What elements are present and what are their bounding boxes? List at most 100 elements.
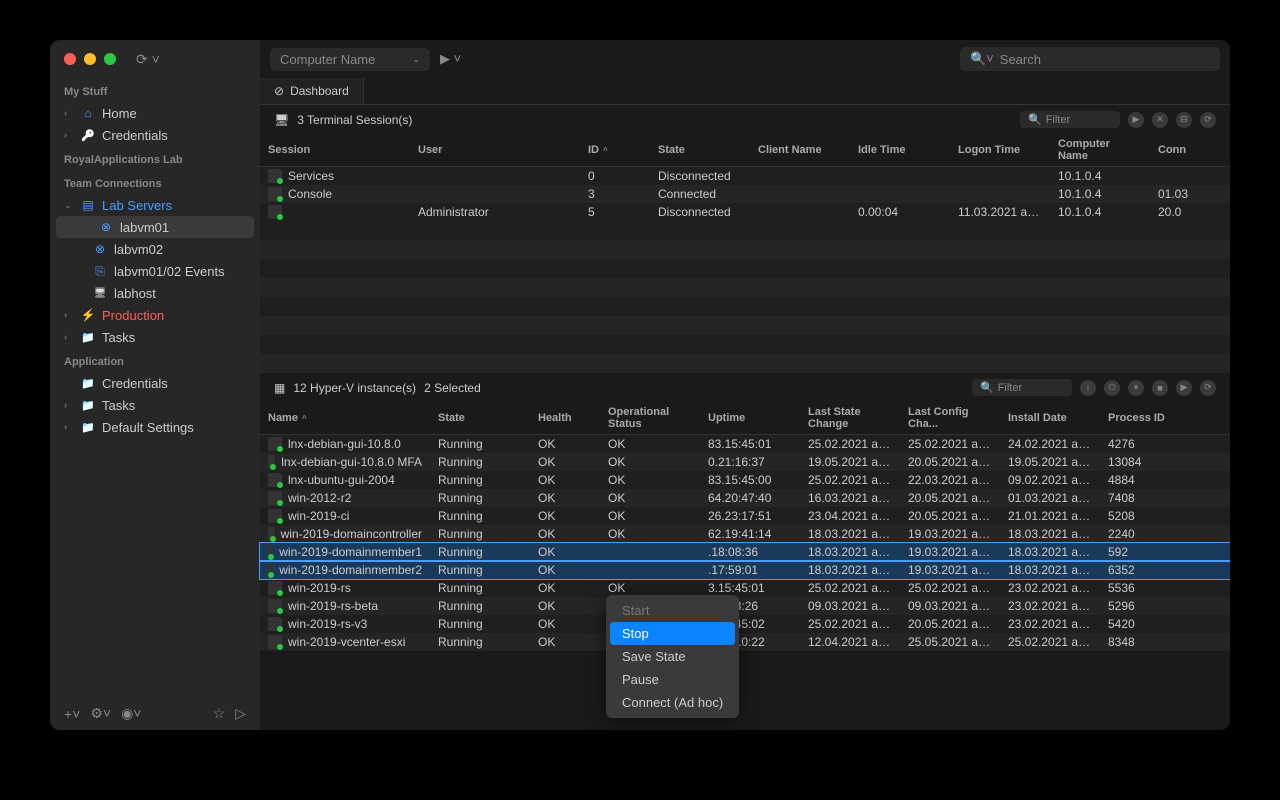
cell: OK	[530, 579, 600, 597]
hyperv-refresh[interactable]: ⟳	[1200, 380, 1216, 396]
context-menu-pause[interactable]: Pause	[610, 668, 735, 691]
run-button[interactable]: ▶ ˅	[440, 51, 461, 67]
chevron-icon: ›	[64, 400, 74, 410]
hyperv-row[interactable]: lnx-debian-gui-10.8.0 MFARunningOKOK0.21…	[260, 453, 1230, 471]
terminal-filter[interactable]: 🔍 Filter	[1020, 111, 1120, 128]
chevron-icon: ›	[64, 130, 74, 140]
star-icon[interactable]: ☆	[213, 705, 226, 722]
sidebar-item-home[interactable]: ›Home	[50, 102, 260, 124]
sidebar-item-tasks[interactable]: ›Tasks	[50, 394, 260, 416]
column-header[interactable]: Computer Name	[1050, 134, 1150, 166]
cell: 62.19:41:14	[700, 525, 800, 543]
search-field[interactable]: 🔍˅ Search	[960, 47, 1220, 71]
hyperv-row[interactable]: lnx-debian-gui-10.8.0RunningOKOK83.15:45…	[260, 435, 1230, 453]
hyperv-row[interactable]: win-2019-rsRunningOKOK3.15:45:0125.02.20…	[260, 579, 1230, 597]
minimize-window-button[interactable]	[84, 53, 96, 65]
cell: 19.03.2021 at 0...	[900, 525, 1000, 543]
column-header[interactable]: State	[430, 402, 530, 434]
hyperv-row[interactable]: win-2019-domainmember2RunningOK.17:59:01…	[260, 561, 1230, 579]
terminal-action-2[interactable]: ✕	[1152, 112, 1168, 128]
hyperv-row[interactable]: win-2019-domaincontrollerRunningOKOK62.1…	[260, 525, 1230, 543]
hyperv-row[interactable]: lnx-ubuntu-gui-2004RunningOKOK83.15:45:0…	[260, 471, 1230, 489]
cell: win-2019-rs-v3	[260, 615, 430, 633]
hyperv-info[interactable]: i	[1080, 380, 1096, 396]
cell	[600, 550, 700, 554]
hyperv-row[interactable]: win-2019-vcenter-esxiRunningOKOK7.16:10:…	[260, 633, 1230, 651]
column-header[interactable]: Conn	[1150, 134, 1200, 166]
hyperv-row[interactable]: win-2012-r2RunningOKOK64.20:47:4016.03.2…	[260, 489, 1230, 507]
column-header[interactable]: Install Date	[1000, 402, 1100, 434]
cell: 23.02.2021 at 1...	[1000, 579, 1100, 597]
column-header[interactable]: Logon Time	[950, 134, 1050, 166]
column-header[interactable]: User	[410, 134, 580, 166]
hyperv-row[interactable]: win-2019-ciRunningOKOK26.23:17:5123.04.2…	[260, 507, 1230, 525]
column-header[interactable]: Health	[530, 402, 600, 434]
column-header[interactable]: State	[650, 134, 750, 166]
context-menu-save-state[interactable]: Save State	[610, 645, 735, 668]
context-menu-stop[interactable]: Stop	[610, 622, 735, 645]
terminal-row[interactable]: Services0Disconnected10.1.0.4	[260, 167, 1230, 185]
sidebar-item-label: Lab Servers	[102, 198, 172, 213]
column-header[interactable]: Last Config Cha...	[900, 402, 1000, 434]
add-button[interactable]: +˅	[64, 706, 80, 722]
terminal-row[interactable]: Administrator5Disconnected0.00:0411.03.2…	[260, 203, 1230, 221]
hyperv-table-header: Name^StateHealthOperational StatusUptime…	[260, 402, 1230, 435]
column-header[interactable]: Last State Change	[800, 402, 900, 434]
sidebar-item-label: Production	[102, 308, 164, 323]
terminal-action-1[interactable]: ▶	[1128, 112, 1144, 128]
vm-icon	[268, 527, 275, 541]
sidebar-item-credentials[interactable]: ›Credentials	[50, 124, 260, 146]
sidebar-item-labhost[interactable]: labhost	[50, 282, 260, 304]
sidebar-item-labvm01-02-events[interactable]: labvm01/02 Events	[50, 260, 260, 282]
computer-name-combo[interactable]: Computer Name ⌄	[270, 48, 430, 71]
tab-bar: ⊘ Dashboard	[260, 78, 1230, 105]
maximize-window-button[interactable]	[104, 53, 116, 65]
sidebar-item-labvm01[interactable]: labvm01	[56, 216, 254, 238]
column-header[interactable]: Name^	[260, 402, 430, 434]
session-icon	[268, 187, 282, 201]
cell: Running	[430, 525, 530, 543]
column-header[interactable]: Process ID	[1100, 402, 1180, 434]
sidebar-item-labvm02[interactable]: labvm02	[50, 238, 260, 260]
terminal-refresh[interactable]: ⟳	[1200, 112, 1216, 128]
column-header[interactable]: Session	[260, 134, 410, 166]
hyperv-row[interactable]: win-2019-rs-betaRunningOKOK.17:33:2609.0…	[260, 597, 1230, 615]
terminal-table-header: SessionUserID^StateClient NameIdle TimeL…	[260, 134, 1230, 167]
terminal-row[interactable]: Console3Connected10.1.0.401.03	[260, 185, 1230, 203]
cell: 18.03.2021 at 12...	[1000, 561, 1100, 579]
hyperv-power[interactable]: ⏻	[1104, 380, 1120, 396]
terminal-action-3[interactable]: ⊟	[1176, 112, 1192, 128]
context-menu-connect-ad-hoc-[interactable]: Connect (Ad hoc)	[610, 691, 735, 714]
sidebar-item-credentials[interactable]: Credentials	[50, 372, 260, 394]
hyperv-row[interactable]: win-2019-rs-v3RunningOKOK3.15:45:0225.02…	[260, 615, 1230, 633]
column-header[interactable]: Uptime	[700, 402, 800, 434]
cell: 3	[580, 185, 650, 203]
grid-button[interactable]: ◉˅	[121, 705, 141, 722]
hyperv-icon: ▦	[274, 381, 285, 395]
gear-button[interactable]: ⚙˅	[90, 705, 111, 722]
hyperv-play[interactable]: ▶	[1176, 380, 1192, 396]
hyperv-filter[interactable]: 🔍 Filter	[972, 379, 1072, 396]
hyperv-stop[interactable]: ■	[1152, 380, 1168, 396]
tab-dashboard[interactable]: ⊘ Dashboard	[260, 78, 364, 104]
column-header[interactable]: Idle Time	[850, 134, 950, 166]
column-header[interactable]: Operational Status	[600, 402, 700, 434]
column-header[interactable]: ID^	[580, 134, 650, 166]
cell: 25.02.2021 at 17...	[800, 579, 900, 597]
hyperv-row[interactable]: win-2019-domainmember1RunningOK.18:08:36…	[260, 543, 1230, 561]
close-window-button[interactable]	[64, 53, 76, 65]
play-icon[interactable]: ▷	[235, 705, 246, 722]
sidebar-item-production[interactable]: ›Production	[50, 304, 260, 326]
chevron-icon: ⌄	[64, 200, 74, 211]
cell: 25.02.2021 at 17...	[900, 435, 1000, 453]
sidebar-item-lab-servers[interactable]: ⌄ Lab Servers	[50, 194, 260, 216]
cell	[600, 568, 700, 572]
sidebar-item-tasks[interactable]: ›Tasks	[50, 326, 260, 348]
cell: 5296	[1100, 597, 1180, 615]
hyperv-pause[interactable]: ⏸	[1128, 380, 1144, 396]
folder-icon	[80, 419, 96, 435]
column-header[interactable]: Client Name	[750, 134, 850, 166]
cell: 5536	[1100, 579, 1180, 597]
sync-icon[interactable]: ⟳ ˅	[136, 51, 160, 68]
sidebar-item-default-settings[interactable]: ›Default Settings	[50, 416, 260, 438]
